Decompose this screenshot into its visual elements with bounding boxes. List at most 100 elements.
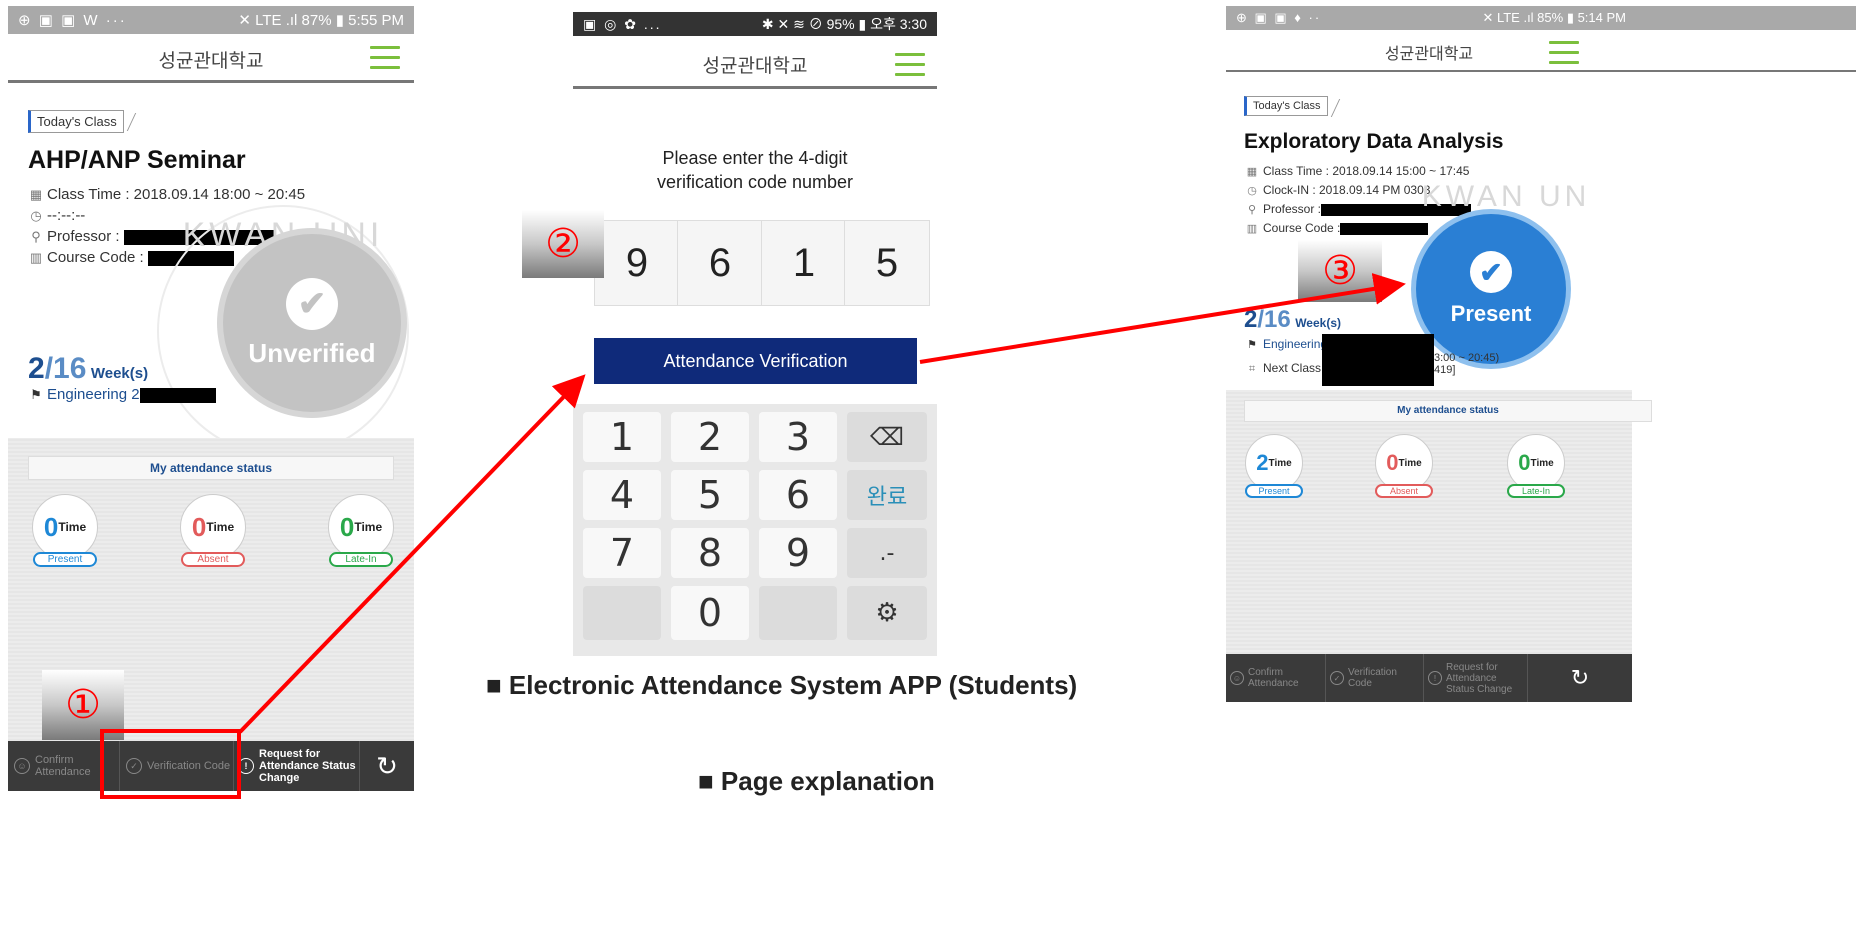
confirm-attendance-button[interactable]: ☺ Confirm Attendance [1226,654,1326,702]
backspace-key[interactable]: ⌫ [847,412,927,462]
absent-pill: Absent [1375,484,1433,498]
next-class-room: 419] [1434,364,1456,376]
done-key[interactable]: 완료 [847,470,927,520]
clock-icon: ◷ [1247,185,1257,197]
check-icon: ✔ [286,277,338,330]
present-count: 0 [43,511,59,542]
prompt-line-2: verification code number [656,172,854,192]
hamburger-menu-icon[interactable] [370,46,400,76]
clock-icon: ◷ [30,208,42,223]
status-icons-right: ✕ LTE .ıl 85% ▮ 5:14 PM [1482,10,1626,25]
present-unit: Time [58,520,87,534]
week-total: /16 [1257,306,1291,333]
key-5[interactable]: 5 [671,470,749,520]
late-count: 0 [339,511,355,542]
present-pill: Present [1245,484,1303,498]
status-icons-left: ⊕ ▣ ▣ ♦ ·· [1236,10,1322,25]
unverified-status-circle: ✔ Unverified [223,234,401,412]
next-class-row: ⌗ Next Class : [1244,358,1328,380]
late-count: 0 [1518,450,1531,475]
app-title: 성균관대학교 [158,50,264,72]
book-icon: ▥ [1246,223,1258,235]
next-class-time: 3:00 ~ 20:45) [1434,352,1500,364]
key-6[interactable]: 6 [759,470,837,520]
professor-label: Professor : [47,228,120,245]
code-digit-3[interactable]: 1 [761,220,847,306]
person-icon: ⚲ [1247,204,1257,216]
code-digit-4[interactable]: 5 [844,220,930,306]
blank-key-right [759,586,837,640]
professor-label: Professor : [1263,202,1322,216]
settings-gear-icon[interactable]: ⚙ [847,586,927,640]
code-digit-2[interactable]: 6 [677,220,763,306]
confirm-attendance-label: Confirm Attendance [1248,667,1299,689]
attendance-status-title: My attendance status [28,456,394,480]
location: Engineering 2 [47,386,140,403]
status-bar: ⊕ ▣ ▣ W ··· ✕ LTE .ıl 87% ▮ 5:55 PM [8,6,414,34]
key-4[interactable]: 4 [583,470,661,520]
calendar-icon: ▦ [29,187,43,202]
key-3[interactable]: 3 [759,412,837,462]
key-1[interactable]: 1 [583,412,661,462]
step-2-marker: ② [522,210,604,278]
status-change-label: Request for Attendance Status Change [259,748,356,784]
absent-pill: Absent [181,552,245,567]
status-change-request-button[interactable]: ! Request for Attendance Status Change [1424,654,1528,702]
present-status-circle: ✔ Present [1416,214,1566,364]
verification-prompt: Please enter the 4-digit verification co… [573,146,937,194]
person-icon: ⚲ [31,229,41,244]
present-unit: Time [1268,457,1292,469]
refresh-button[interactable]: ↻ [1528,654,1632,702]
code-digit-1[interactable]: 9 [594,220,680,306]
clock-in-time: --:--:-- [47,207,86,224]
key-2[interactable]: 2 [671,412,749,462]
late-in-pill: Late-In [1507,484,1565,498]
numeric-keypad: 1 2 3 ⌫ 4 5 6 완료 7 8 9 .- 0 ⚙ [573,404,937,656]
location-row: ⚑ Engineering 2 [28,384,216,405]
week-progress: 2/16 Week(s) [28,352,148,386]
status-icons-right: ✕ LTE .ıl 87% ▮ 5:55 PM [238,12,404,29]
week-current: 2 [1244,306,1258,333]
status-icons-right: ✱ ✕ ≋ ⊘ 95% ▮ 오후 3:30 [761,16,927,32]
key-0[interactable]: 0 [671,586,749,640]
location-pin-icon: ⚑ [30,387,42,402]
attendance-verification-button[interactable]: Attendance Verification [594,338,917,384]
location-pin-icon: ⚑ [1247,339,1257,351]
hamburger-menu-icon[interactable] [1549,41,1579,71]
phone-screen-right: ⊕ ▣ ▣ ♦ ·· ✕ LTE .ıl 85% ▮ 5:14 PM 성균관대학… [1226,6,1856,702]
course-code-label: Course Code : [1263,221,1341,235]
absent-unit: Time [206,520,235,534]
step-3-marker: ③ [1298,240,1382,302]
absent-count: 0 [191,511,207,542]
calendar-icon: ▦ [1246,166,1258,178]
stat-absent: 0 Time Absent [1374,434,1434,498]
verification-code-button[interactable]: ✓ Verification Code [1326,654,1424,702]
person-circle-icon: ☺ [14,758,30,774]
hamburger-menu-icon[interactable] [895,53,925,83]
week-progress: 2/16 Week(s) [1244,306,1341,334]
app-caption: ■ Electronic Attendance System APP (Stud… [486,670,1078,700]
week-total: /16 [44,352,87,385]
present-pill: Present [33,552,97,567]
next-class-icon: ⌗ [1248,363,1256,375]
key-9[interactable]: 9 [759,528,837,578]
status-change-request-button[interactable]: ! Request for Attendance Status Change [234,741,360,791]
refresh-icon: ↻ [1570,665,1590,690]
status-icons-left: ⊕ ▣ ▣ W ··· [18,12,127,29]
key-7[interactable]: 7 [583,528,661,578]
todays-class-tag: Today's Class [28,110,124,133]
stat-present: 2 Time Present [1244,434,1304,498]
book-icon: ▥ [29,250,43,265]
app-header: 성균관대학교 [8,34,414,83]
status-bar: ▣ ◎ ✿ ... ✱ ✕ ≋ ⊘ 95% ▮ 오후 3:30 [573,12,937,36]
punctuation-key[interactable]: .- [847,528,927,578]
week-unit: Week(s) [1295,316,1341,330]
refresh-icon: ↻ [376,750,398,781]
stat-present: 0 Time Present [30,494,100,567]
course-name: Exploratory Data Analysis [1244,130,1504,153]
bottom-nav-bar: ☺ Confirm Attendance ✓ Verification Code !… [1226,654,1632,702]
week-unit: Week(s) [90,365,149,382]
refresh-button[interactable]: ↻ [360,741,414,791]
key-8[interactable]: 8 [671,528,749,578]
status-change-label: Request for Attendance Status Change [1446,661,1513,695]
